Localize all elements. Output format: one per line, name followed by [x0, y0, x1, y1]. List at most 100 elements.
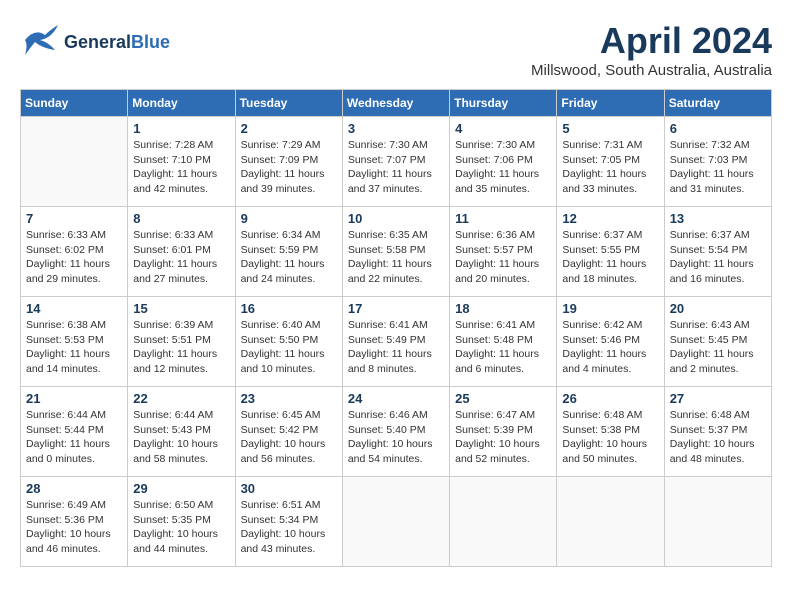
day-info: Sunrise: 6:34 AM Sunset: 5:59 PM Dayligh…: [241, 228, 337, 287]
calendar-cell: [342, 477, 449, 567]
day-info: Sunrise: 6:43 AM Sunset: 5:45 PM Dayligh…: [670, 318, 766, 377]
day-number: 9: [241, 211, 337, 226]
calendar-cell: 2 Sunrise: 7:29 AM Sunset: 7:09 PM Daylig…: [235, 117, 342, 207]
day-number: 12: [562, 211, 658, 226]
calendar-cell: 13 Sunrise: 6:37 AM Sunset: 5:54 PM Dayli…: [664, 207, 771, 297]
day-info: Sunrise: 7:31 AM Sunset: 7:05 PM Dayligh…: [562, 138, 658, 197]
calendar-cell: 29 Sunrise: 6:50 AM Sunset: 5:35 PM Dayli…: [128, 477, 235, 567]
day-number: 3: [348, 121, 444, 136]
day-number: 2: [241, 121, 337, 136]
location: Millswood, South Australia, Australia: [531, 62, 772, 79]
day-info: Sunrise: 6:40 AM Sunset: 5:50 PM Dayligh…: [241, 318, 337, 377]
day-info: Sunrise: 7:32 AM Sunset: 7:03 PM Dayligh…: [670, 138, 766, 197]
day-info: Sunrise: 6:37 AM Sunset: 5:54 PM Dayligh…: [670, 228, 766, 287]
day-info: Sunrise: 6:44 AM Sunset: 5:44 PM Dayligh…: [26, 408, 122, 467]
calendar-cell: 8Sunrise: 6:33 AM Sunset: 6:01 PM Daylig…: [128, 207, 235, 297]
calendar-cell: 30 Sunrise: 6:51 AM Sunset: 5:34 PM Dayli…: [235, 477, 342, 567]
day-number: 19: [562, 301, 658, 316]
day-info: Sunrise: 6:47 AM Sunset: 5:39 PM Dayligh…: [455, 408, 551, 467]
day-header-wednesday: Wednesday: [342, 90, 449, 117]
day-number: 18: [455, 301, 551, 316]
calendar-cell: 4 Sunrise: 7:30 AM Sunset: 7:06 PM Daylig…: [450, 117, 557, 207]
day-info: Sunrise: 7:30 AM Sunset: 7:06 PM Dayligh…: [455, 138, 551, 197]
day-number: 24: [348, 391, 444, 406]
day-number: 14: [26, 301, 122, 316]
day-number: 21: [26, 391, 122, 406]
logo-text: GeneralBlue: [64, 33, 170, 53]
day-info: Sunrise: 6:41 AM Sunset: 5:48 PM Dayligh…: [455, 318, 551, 377]
day-info: Sunrise: 6:46 AM Sunset: 5:40 PM Dayligh…: [348, 408, 444, 467]
calendar-cell: [664, 477, 771, 567]
day-number: 23: [241, 391, 337, 406]
day-number: 1: [133, 121, 229, 136]
calendar-week-row: 7Sunrise: 6:33 AM Sunset: 6:02 PM Daylig…: [21, 207, 772, 297]
title-section: April 2024 Millswood, South Australia, A…: [531, 20, 772, 79]
day-info: Sunrise: 6:36 AM Sunset: 5:57 PM Dayligh…: [455, 228, 551, 287]
day-number: 28: [26, 481, 122, 496]
day-header-saturday: Saturday: [664, 90, 771, 117]
calendar-cell: 7Sunrise: 6:33 AM Sunset: 6:02 PM Daylig…: [21, 207, 128, 297]
page-header: GeneralBlue April 2024 Millswood, South …: [20, 20, 772, 79]
day-info: Sunrise: 6:48 AM Sunset: 5:37 PM Dayligh…: [670, 408, 766, 467]
day-header-sunday: Sunday: [21, 90, 128, 117]
calendar-cell: [557, 477, 664, 567]
day-number: 15: [133, 301, 229, 316]
calendar-cell: 11Sunrise: 6:36 AM Sunset: 5:57 PM Dayli…: [450, 207, 557, 297]
day-number: 4: [455, 121, 551, 136]
calendar-cell: [21, 117, 128, 207]
day-number: 13: [670, 211, 766, 226]
day-header-tuesday: Tuesday: [235, 90, 342, 117]
day-number: 30: [241, 481, 337, 496]
day-number: 22: [133, 391, 229, 406]
day-header-monday: Monday: [128, 90, 235, 117]
calendar-cell: 28 Sunrise: 6:49 AM Sunset: 5:36 PM Dayli…: [21, 477, 128, 567]
calendar-cell: 3 Sunrise: 7:30 AM Sunset: 7:07 PM Daylig…: [342, 117, 449, 207]
day-info: Sunrise: 6:39 AM Sunset: 5:51 PM Dayligh…: [133, 318, 229, 377]
day-number: 10: [348, 211, 444, 226]
day-info: Sunrise: 6:44 AM Sunset: 5:43 PM Dayligh…: [133, 408, 229, 467]
day-info: Sunrise: 6:51 AM Sunset: 5:34 PM Dayligh…: [241, 498, 337, 557]
calendar-week-row: 21 Sunrise: 6:44 AM Sunset: 5:44 PM Dayli…: [21, 387, 772, 477]
day-header-thursday: Thursday: [450, 90, 557, 117]
calendar-header-row: SundayMondayTuesdayWednesdayThursdayFrid…: [21, 90, 772, 117]
day-info: Sunrise: 6:48 AM Sunset: 5:38 PM Dayligh…: [562, 408, 658, 467]
calendar-cell: 9 Sunrise: 6:34 AM Sunset: 5:59 PM Daylig…: [235, 207, 342, 297]
calendar-cell: [450, 477, 557, 567]
calendar-cell: 15 Sunrise: 6:39 AM Sunset: 5:51 PM Dayli…: [128, 297, 235, 387]
day-number: 25: [455, 391, 551, 406]
calendar-cell: 16Sunrise: 6:40 AM Sunset: 5:50 PM Dayli…: [235, 297, 342, 387]
calendar-cell: 19 Sunrise: 6:42 AM Sunset: 5:46 PM Dayli…: [557, 297, 664, 387]
calendar-cell: 17Sunrise: 6:41 AM Sunset: 5:49 PM Dayli…: [342, 297, 449, 387]
month-title: April 2024: [531, 20, 772, 62]
calendar-cell: 12Sunrise: 6:37 AM Sunset: 5:55 PM Dayli…: [557, 207, 664, 297]
calendar-cell: 10Sunrise: 6:35 AM Sunset: 5:58 PM Dayli…: [342, 207, 449, 297]
calendar-cell: 6 Sunrise: 7:32 AM Sunset: 7:03 PM Daylig…: [664, 117, 771, 207]
calendar-cell: 20 Sunrise: 6:43 AM Sunset: 5:45 PM Dayli…: [664, 297, 771, 387]
logo: GeneralBlue: [20, 20, 170, 65]
calendar-cell: 18 Sunrise: 6:41 AM Sunset: 5:48 PM Dayli…: [450, 297, 557, 387]
day-number: 5: [562, 121, 658, 136]
calendar-cell: 5 Sunrise: 7:31 AM Sunset: 7:05 PM Daylig…: [557, 117, 664, 207]
calendar-cell: 24 Sunrise: 6:46 AM Sunset: 5:40 PM Dayli…: [342, 387, 449, 477]
day-info: Sunrise: 6:49 AM Sunset: 5:36 PM Dayligh…: [26, 498, 122, 557]
day-number: 6: [670, 121, 766, 136]
calendar-cell: 26Sunrise: 6:48 AM Sunset: 5:38 PM Dayli…: [557, 387, 664, 477]
logo-icon: [20, 20, 60, 65]
day-info: Sunrise: 6:41 AM Sunset: 5:49 PM Dayligh…: [348, 318, 444, 377]
day-number: 20: [670, 301, 766, 316]
calendar-week-row: 14Sunrise: 6:38 AM Sunset: 5:53 PM Dayli…: [21, 297, 772, 387]
day-info: Sunrise: 7:28 AM Sunset: 7:10 PM Dayligh…: [133, 138, 229, 197]
calendar-week-row: 28 Sunrise: 6:49 AM Sunset: 5:36 PM Dayli…: [21, 477, 772, 567]
calendar-cell: 1 Sunrise: 7:28 AM Sunset: 7:10 PM Daylig…: [128, 117, 235, 207]
day-info: Sunrise: 6:42 AM Sunset: 5:46 PM Dayligh…: [562, 318, 658, 377]
day-info: Sunrise: 7:30 AM Sunset: 7:07 PM Dayligh…: [348, 138, 444, 197]
day-info: Sunrise: 7:29 AM Sunset: 7:09 PM Dayligh…: [241, 138, 337, 197]
calendar-cell: 27Sunrise: 6:48 AM Sunset: 5:37 PM Dayli…: [664, 387, 771, 477]
calendar-cell: 21 Sunrise: 6:44 AM Sunset: 5:44 PM Dayli…: [21, 387, 128, 477]
calendar-cell: 25 Sunrise: 6:47 AM Sunset: 5:39 PM Dayli…: [450, 387, 557, 477]
calendar-table: SundayMondayTuesdayWednesdayThursdayFrid…: [20, 89, 772, 567]
day-number: 29: [133, 481, 229, 496]
day-info: Sunrise: 6:50 AM Sunset: 5:35 PM Dayligh…: [133, 498, 229, 557]
day-number: 8: [133, 211, 229, 226]
calendar-cell: 23Sunrise: 6:45 AM Sunset: 5:42 PM Dayli…: [235, 387, 342, 477]
